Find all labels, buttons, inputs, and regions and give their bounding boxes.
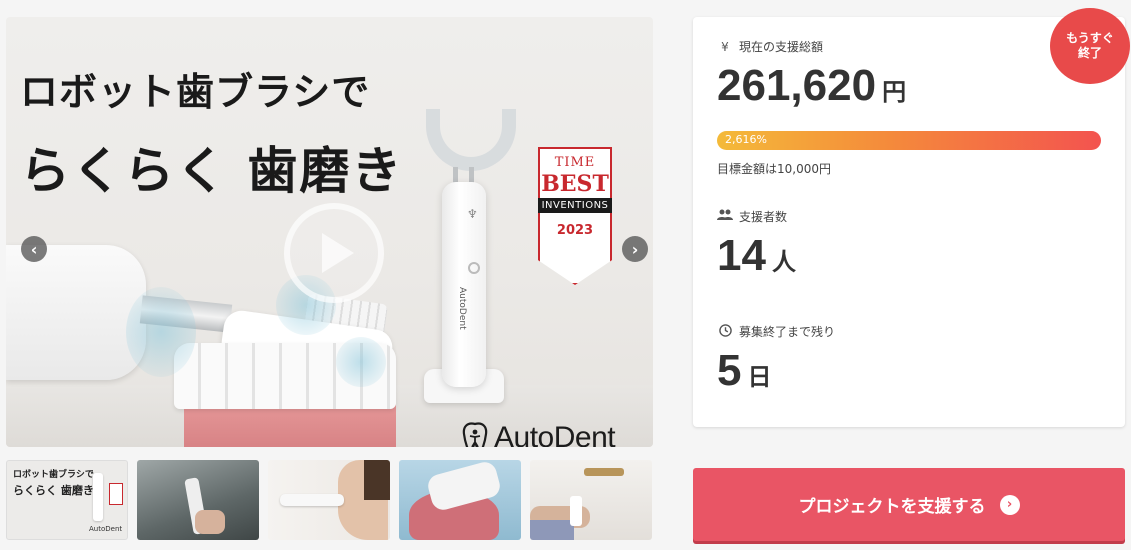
thumbnail-strip: ロボット歯ブラシで らくらく 歯磨き AutoDent bbox=[6, 460, 653, 540]
funding-stats-card: ¥ 現在の支援総額 261,620 円 2,616% 目標金額は10,000円 支… bbox=[693, 17, 1125, 427]
logo-text: AutoDent bbox=[494, 421, 616, 447]
thumbnail-logo: AutoDent bbox=[89, 525, 123, 533]
play-icon bbox=[322, 233, 354, 273]
play-video-button[interactable] bbox=[284, 203, 384, 303]
thumbnail-device bbox=[570, 496, 582, 526]
remaining-label-text: 募集終了まで残り bbox=[739, 325, 836, 339]
remaining-unit: 日 bbox=[747, 364, 772, 391]
support-project-label: プロジェクトを支援する bbox=[798, 497, 986, 517]
device-handle-closeup bbox=[6, 245, 146, 380]
thumbnail-3[interactable] bbox=[268, 460, 390, 540]
backers-value: 14 人 bbox=[717, 231, 796, 281]
thumbnail-hair bbox=[364, 460, 390, 500]
thumbnail-4[interactable] bbox=[399, 460, 521, 540]
badge-inventions: INVENTIONS bbox=[538, 198, 612, 213]
total-funding-label: ¥ 現在の支援総額 bbox=[717, 38, 823, 55]
thumbnail-badge bbox=[109, 483, 123, 505]
total-funding-unit: 円 bbox=[882, 79, 907, 106]
thumbnail-2[interactable] bbox=[137, 460, 259, 540]
thumbnail-device bbox=[280, 494, 344, 506]
backers-label-text: 支援者数 bbox=[739, 210, 788, 224]
autodent-logo: AutoDent bbox=[462, 421, 616, 447]
yen-icon: ¥ bbox=[721, 39, 729, 54]
device-brand-label: AutoDent bbox=[457, 287, 467, 330]
chevron-right-icon: › bbox=[999, 494, 1020, 515]
ending-soon-line1: もうすぐ bbox=[1066, 31, 1114, 45]
goal-amount: 目標金額は10,000円 bbox=[717, 162, 831, 176]
water-splash bbox=[126, 287, 196, 377]
badge-time: TIME bbox=[554, 155, 596, 170]
device-mouthpiece bbox=[426, 109, 516, 171]
badge-year: 2023 bbox=[556, 223, 594, 238]
ending-soon-badge: もうすぐ 終了 bbox=[1050, 8, 1130, 84]
remaining-label: 募集終了まで残り bbox=[717, 323, 835, 340]
project-main-image[interactable]: ロボット歯ブラシで らくらく 歯磨き ♆ AutoDent TIME BEST … bbox=[6, 17, 653, 447]
funding-progress-bar: 2,616% bbox=[717, 131, 1101, 150]
remaining-number: 5 bbox=[717, 346, 742, 395]
hero-headline-line2: らくらく 歯磨き bbox=[20, 142, 404, 200]
thumbnail-headline-line2: らくらく 歯磨き bbox=[13, 484, 94, 497]
remaining-value: 5日 bbox=[717, 346, 771, 396]
users-icon bbox=[717, 209, 733, 224]
carousel-prev-button[interactable]: ‹ bbox=[21, 236, 47, 262]
thumbnail-hand bbox=[195, 510, 225, 534]
ending-soon-line2: 終了 bbox=[1077, 46, 1102, 60]
total-funding-value: 261,620 円 bbox=[717, 61, 906, 111]
device-body bbox=[442, 182, 486, 387]
thumbnail-1[interactable]: ロボット歯ブラシで らくらく 歯磨き AutoDent bbox=[6, 460, 128, 540]
total-funding-label-text: 現在の支援総額 bbox=[739, 40, 824, 54]
backers-unit: 人 bbox=[771, 249, 796, 276]
thumbnail-headline-line1: ロボット歯ブラシで bbox=[13, 470, 94, 480]
thumbnail-5[interactable] bbox=[530, 460, 652, 540]
water-splash bbox=[336, 337, 386, 387]
thumbnail-sleeve bbox=[530, 520, 574, 540]
carousel-next-button[interactable]: › bbox=[622, 236, 648, 262]
hero-headline-line1: ロボット歯ブラシで bbox=[20, 70, 371, 114]
total-funding-number: 261,620 bbox=[717, 61, 877, 110]
tooth-logo-icon bbox=[462, 422, 488, 447]
thumbnail-device bbox=[93, 473, 103, 521]
power-icon bbox=[468, 262, 480, 274]
time-best-inventions-badge: TIME BEST INVENTIONS 2023 bbox=[538, 147, 612, 285]
tooth-icon: ♆ bbox=[467, 207, 478, 221]
support-project-button[interactable]: プロジェクトを支援する › bbox=[693, 468, 1125, 541]
badge-best: BEST bbox=[541, 171, 609, 197]
backers-label: 支援者数 bbox=[717, 208, 787, 225]
backers-number: 14 bbox=[717, 231, 766, 280]
thumbnail-faucet bbox=[584, 468, 624, 476]
progress-percent: 2,616% bbox=[725, 133, 767, 146]
clock-icon bbox=[717, 323, 733, 340]
